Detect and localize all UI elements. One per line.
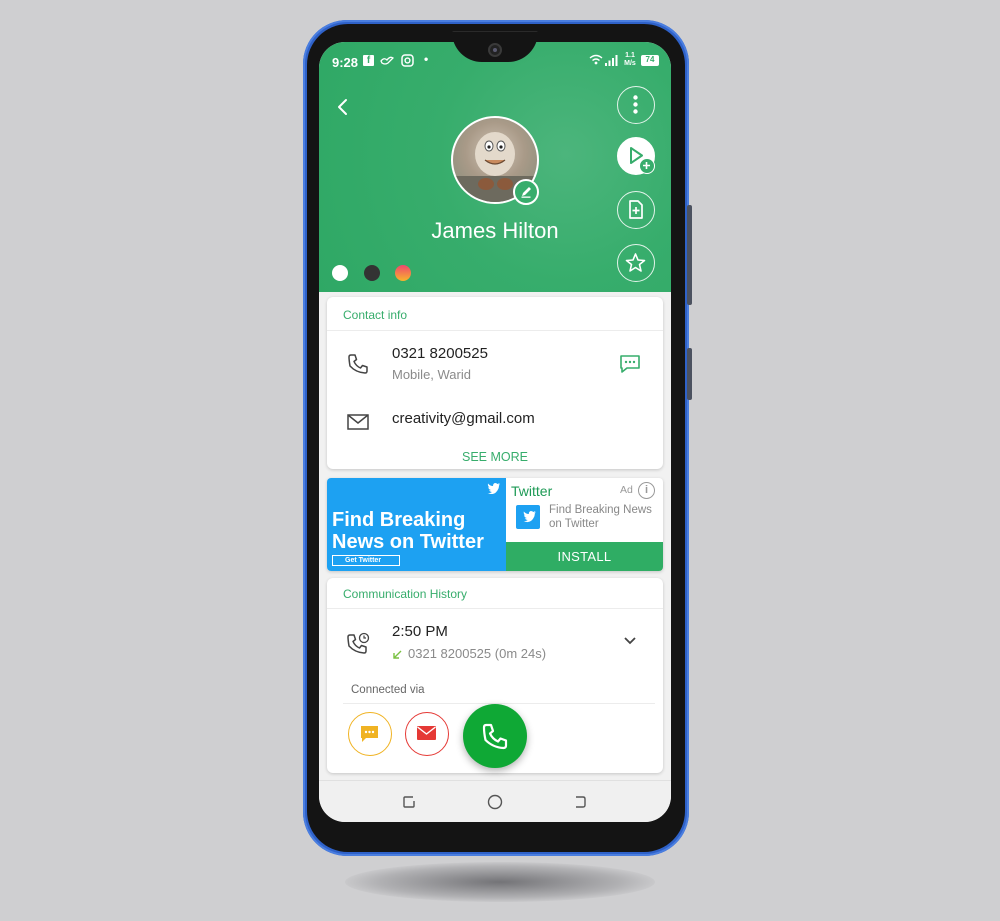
phone-icon: [482, 723, 508, 750]
card-title: Communication History: [343, 587, 468, 601]
facebook-icon: f: [363, 55, 374, 66]
navigation-bar: [319, 780, 671, 822]
home-icon[interactable]: [486, 793, 504, 811]
divider: [327, 608, 663, 609]
phone-label: Mobile, Warid: [392, 367, 471, 382]
phone-icon: [348, 354, 368, 374]
call-fab-button[interactable]: [463, 704, 527, 768]
ad-headline-line1: Find Breaking: [332, 509, 466, 531]
add-note-button[interactable]: [617, 191, 655, 229]
status-time: 9:28: [332, 55, 359, 70]
twitter-bird-icon: [523, 511, 536, 523]
add-document-icon: [629, 200, 643, 219]
pencil-icon: [521, 187, 531, 198]
star-icon: [625, 253, 646, 272]
incoming-call-arrow-icon: [393, 650, 402, 659]
mail-icon: [417, 726, 436, 740]
front-camera: [488, 43, 502, 57]
phone-number[interactable]: 0321 8200525: [392, 345, 488, 362]
email-icon: [347, 414, 369, 430]
back-arrow-icon[interactable]: [332, 96, 354, 118]
volume-button: [687, 205, 692, 305]
call-time: 2:50 PM: [392, 623, 448, 640]
twitter-logo-icon: [516, 505, 540, 529]
connected-via-label: Connected via: [351, 684, 425, 696]
sms-icon: [361, 726, 378, 742]
install-button[interactable]: INSTALL: [506, 542, 663, 571]
via-sms-button[interactable]: [348, 712, 392, 756]
ad-mini-cta[interactable]: Get Twitter: [332, 555, 400, 566]
signal-icon: [605, 55, 618, 66]
ad-headline: Find Breaking News on Twitter: [332, 509, 484, 553]
ad-info-icon[interactable]: i: [638, 482, 655, 499]
wifi-icon: [589, 54, 603, 65]
ad-description: Find Breaking News on Twitter: [549, 504, 652, 530]
more-options-button[interactable]: [617, 86, 655, 124]
theme-dot-gradient[interactable]: [395, 265, 411, 281]
favorite-button[interactable]: [617, 244, 655, 282]
theme-dot-dark[interactable]: [364, 265, 380, 281]
back-nav-icon[interactable]: [572, 794, 588, 810]
contact-header: 9:28 f • 1.1 M/s 74 James Hilton: [319, 42, 671, 292]
network-speed: 1.1 M/s: [624, 52, 636, 67]
see-more-button[interactable]: SEE MORE: [327, 450, 663, 464]
message-icon[interactable]: [618, 353, 642, 375]
call-detail: 0321 8200525 (0m 24s): [408, 646, 547, 661]
ad-image[interactable]: Find Breaking News on Twitter Get Twitte…: [327, 478, 506, 571]
power-button: [687, 348, 692, 400]
email-address[interactable]: creativity@gmail.com: [392, 410, 535, 427]
phone-screen: 9:28 f • 1.1 M/s 74 James Hilton Contact…: [319, 42, 671, 822]
card-title: Contact info: [343, 308, 408, 322]
more-vertical-icon: [633, 95, 638, 114]
twitter-bird-icon: [487, 483, 500, 494]
instagram-icon: [401, 54, 414, 67]
phone-shadow: [345, 862, 655, 902]
battery-indicator: 74: [641, 55, 659, 66]
plus-badge: [639, 158, 655, 174]
chevron-down-icon[interactable]: [623, 636, 637, 646]
theme-dot-white[interactable]: [332, 265, 348, 281]
ad-title: Twitter: [511, 483, 553, 499]
call-history-icon: [347, 632, 370, 654]
edit-photo-button[interactable]: [513, 179, 539, 205]
ad-tag: Ad: [620, 484, 633, 496]
recents-icon[interactable]: [401, 794, 417, 810]
bird-icon: [380, 56, 394, 65]
contact-info-card: Contact info 0321 8200525 Mobile, Warid …: [327, 297, 663, 469]
plus-icon: [643, 162, 650, 169]
via-email-button[interactable]: [405, 712, 449, 756]
notification-dot-icon: •: [424, 52, 429, 66]
ad-headline-line2: News on Twitter: [332, 531, 484, 553]
ad-details: Twitter Ad i Find Breaking News on Twitt…: [506, 478, 663, 571]
divider: [327, 330, 663, 331]
ad-banner[interactable]: Find Breaking News on Twitter Get Twitte…: [327, 478, 663, 571]
